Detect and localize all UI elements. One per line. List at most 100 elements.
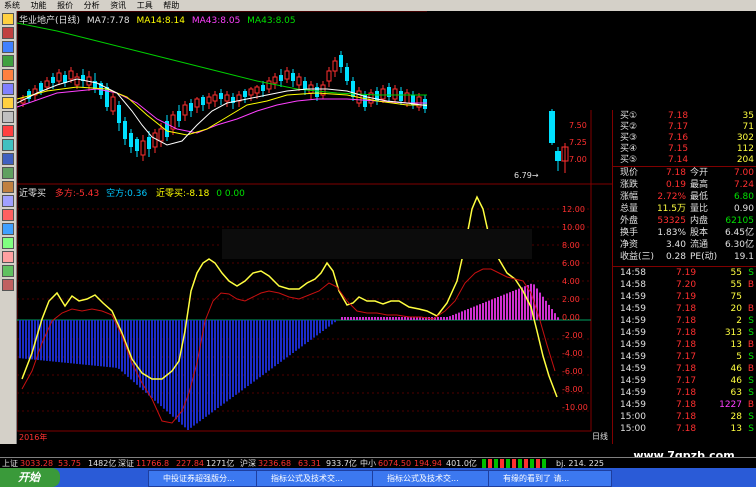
chart-icon[interactable] [2, 27, 14, 39]
menu-item-system[interactable]: 系统 [0, 0, 24, 11]
kong-bar [130, 320, 132, 380]
kong-bar [55, 320, 57, 362]
tick-price: 7.18 [676, 412, 697, 422]
task-button-4[interactable]: 有缘的看到了 请... [488, 470, 612, 487]
trade-icon[interactable] [2, 209, 14, 221]
minute-icon[interactable] [2, 69, 14, 81]
kong-bar [79, 320, 81, 365]
kong-bar [304, 320, 306, 345]
menu-item-quote[interactable]: 报价 [53, 0, 77, 11]
tick-flag: B [747, 340, 754, 350]
duo-bar [344, 317, 346, 320]
news-icon[interactable] [2, 83, 14, 95]
task-button-3[interactable]: 指标公式及技术交... [372, 470, 496, 487]
stat-value: 0.19 [665, 180, 686, 190]
tick-time: 14:58 [620, 280, 646, 290]
tick-price: 7.19 [676, 292, 697, 302]
window-icon[interactable] [2, 195, 14, 207]
grid-icon[interactable] [2, 41, 14, 53]
indicator-tick: 2.00 [562, 295, 580, 304]
menu-item-tools[interactable]: 工具 [133, 0, 157, 11]
kline-icon[interactable] [2, 55, 14, 67]
chart-area[interactable]: 华业地产(日线) MA7:7.78 MA14:8.14 MA43:8.05 MA… [17, 11, 612, 443]
quote-divider-2 [613, 266, 756, 267]
menu-item-function[interactable]: 功能 [27, 0, 51, 11]
stat-label-2: 量比 [690, 204, 709, 214]
duo-bar [368, 317, 370, 320]
info-icon[interactable] [2, 223, 14, 235]
task-button-2[interactable]: 指标公式及技术交... [256, 470, 380, 487]
kong-bar [265, 320, 267, 373]
tick-volume: 46 [730, 376, 742, 386]
start-button[interactable]: 开始 [0, 468, 60, 487]
kong-bar [262, 320, 264, 375]
kong-bar [94, 320, 96, 366]
kong-bar [205, 320, 207, 417]
low-marker-value: 6.79 [514, 171, 532, 180]
candle-body [152, 132, 158, 148]
duo-bar [548, 304, 550, 320]
list-icon[interactable] [2, 111, 14, 123]
menu-item-news[interactable]: 资讯 [106, 0, 130, 11]
overlay-bar [222, 229, 532, 259]
duo-bar [362, 317, 364, 320]
buy-label: 买③ [620, 133, 638, 143]
tick-flag: B [747, 400, 754, 410]
kong-bar [280, 320, 282, 362]
candle-body [189, 103, 193, 111]
task-button-1[interactable]: 中投证券超强版分... [148, 470, 264, 487]
stat-label: 总量 [620, 204, 639, 214]
kong-bar [271, 320, 273, 369]
kong-bar [214, 320, 216, 411]
stat-label-2: 内盘 [690, 216, 709, 226]
tick-volume: 2 [736, 316, 742, 326]
tick-row: 15:00 7.18 28 S [616, 412, 754, 423]
tick-time: 14:59 [620, 364, 646, 374]
report-icon[interactable] [2, 153, 14, 165]
duo-bar [479, 304, 481, 320]
up-icon[interactable] [2, 265, 14, 277]
ma43b-label: MA43:8.05 [247, 16, 296, 26]
settings-icon[interactable] [2, 251, 14, 263]
search-icon[interactable] [2, 97, 14, 109]
stat-label: 涨幅 [620, 192, 639, 202]
buy-volume: 35 [742, 111, 754, 121]
kong-label: 空方:0.36 [106, 189, 148, 199]
indicator-tick: 8.00 [562, 241, 580, 250]
duo-bar [401, 317, 403, 320]
stat-label: 现价 [620, 168, 639, 178]
duo-bar [524, 286, 526, 320]
sector-icon[interactable] [2, 139, 14, 151]
kong-bar [247, 320, 249, 386]
draw-icon[interactable] [2, 237, 14, 249]
kong-bar [241, 320, 243, 391]
kong-bar [253, 320, 255, 382]
duo-bar [455, 313, 457, 320]
candle-body [56, 72, 62, 82]
down-icon[interactable] [2, 279, 14, 291]
formula-icon[interactable] [2, 167, 14, 179]
indicator-tick: -2.00 [562, 331, 583, 340]
duo-bar [503, 294, 505, 320]
stat-label: 净资 [620, 240, 639, 250]
duo-bar [392, 317, 394, 320]
home-icon[interactable] [2, 13, 14, 25]
candle-body [117, 105, 121, 123]
tick-flag: S [748, 388, 754, 398]
menu-item-analysis[interactable]: 分析 [80, 0, 104, 11]
buy-label: 买④ [620, 144, 638, 154]
tick-price: 7.17 [676, 376, 697, 386]
tool-icon[interactable] [2, 181, 14, 193]
kong-bar [151, 320, 153, 399]
tick-time: 14:59 [620, 400, 646, 410]
tick-price: 7.18 [676, 388, 697, 398]
period-label: 日线 [592, 432, 608, 441]
kong-bar [328, 320, 330, 327]
kong-bar [268, 320, 270, 371]
alert-icon[interactable] [2, 125, 14, 137]
duo-bar [437, 317, 439, 320]
menu-item-help[interactable]: 帮助 [159, 0, 183, 11]
tick-row: 14:59 7.18 13 B [616, 340, 754, 351]
tick-time: 14:59 [620, 328, 646, 338]
duo-bar [386, 317, 388, 320]
